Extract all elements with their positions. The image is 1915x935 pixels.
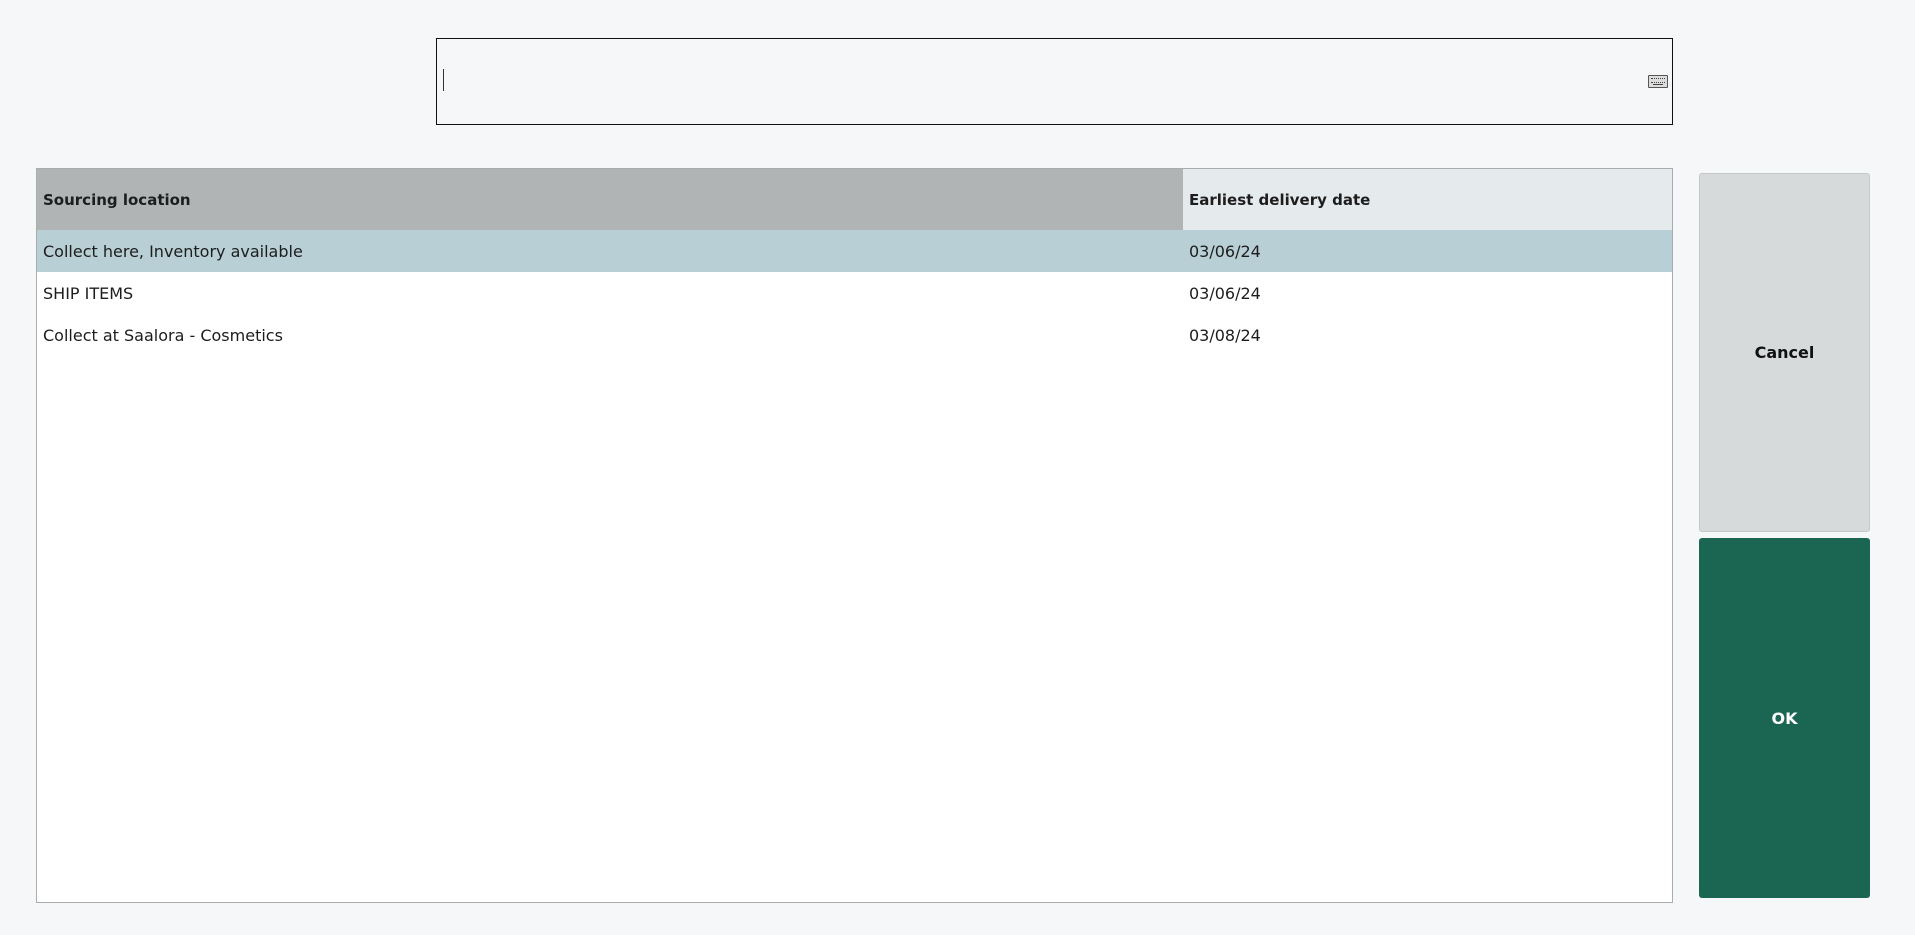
- table-row[interactable]: Collect at Saalora - Cosmetics 03/08/24: [37, 314, 1672, 356]
- table-row[interactable]: SHIP ITEMS 03/06/24: [37, 272, 1672, 314]
- date-cell: 03/06/24: [1189, 283, 1261, 303]
- search-input[interactable]: [436, 38, 1673, 125]
- location-cell: Collect here, Inventory available: [43, 241, 303, 261]
- cancel-button[interactable]: Cancel: [1699, 173, 1870, 532]
- table-row[interactable]: Collect here, Inventory available 03/06/…: [37, 230, 1672, 272]
- keyboard-icon[interactable]: [1648, 75, 1668, 88]
- ok-button[interactable]: OK: [1699, 538, 1870, 898]
- date-cell: 03/08/24: [1189, 325, 1261, 345]
- location-cell: Collect at Saalora - Cosmetics: [43, 325, 283, 345]
- text-caret: [443, 69, 444, 91]
- table-header: Sourcing location Earliest delivery date: [37, 169, 1672, 230]
- column-header-earliest-delivery-date[interactable]: Earliest delivery date: [1183, 169, 1672, 230]
- date-cell: 03/06/24: [1189, 241, 1261, 261]
- column-header-sourcing-location[interactable]: Sourcing location: [37, 169, 1183, 230]
- sourcing-table: Sourcing location Earliest delivery date…: [36, 168, 1673, 903]
- location-cell: SHIP ITEMS: [43, 283, 134, 303]
